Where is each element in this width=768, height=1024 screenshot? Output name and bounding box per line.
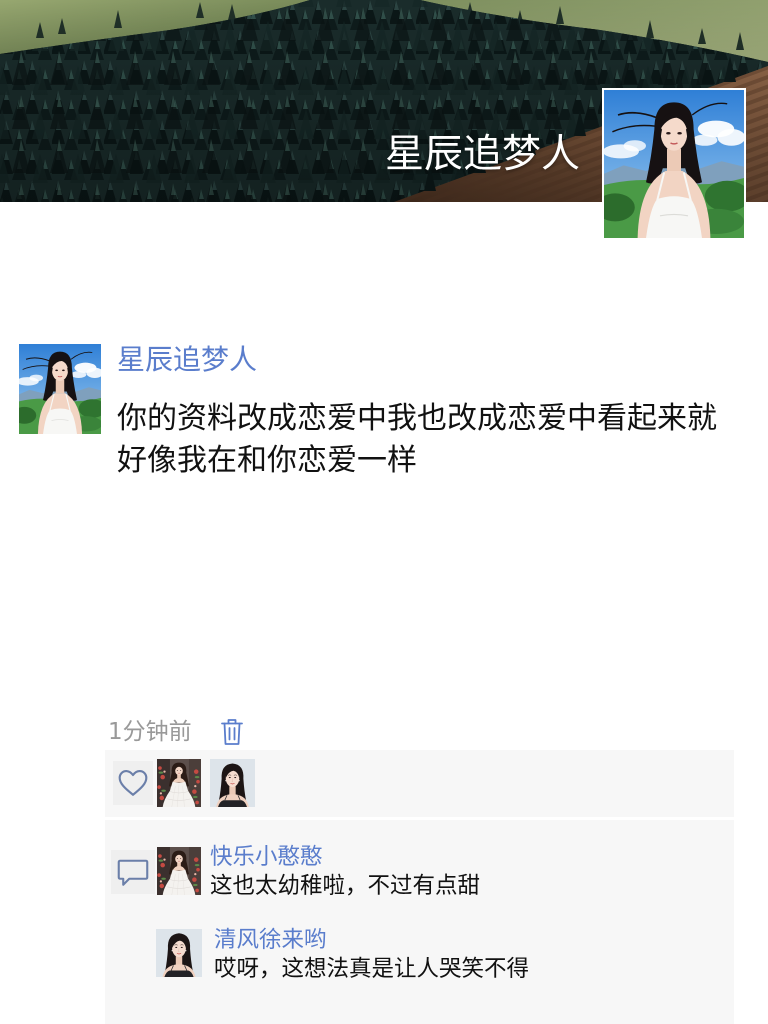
comment-text: 哎呀，这想法真是让人哭笑不得 (214, 956, 530, 982)
liker-avatar[interactable] (210, 759, 255, 807)
heart-icon (118, 770, 148, 796)
post-timestamp: 1分钟前 (108, 719, 192, 745)
trash-icon (221, 719, 243, 745)
profile-avatar[interactable] (602, 88, 746, 240)
likes-panel (105, 750, 734, 817)
comment-author-avatar[interactable] (156, 929, 202, 977)
comment-icon (117, 859, 149, 886)
profile-username: 星辰追梦人 (384, 132, 580, 177)
comment-item[interactable]: 清风徐来哟 哎呀，这想法真是让人哭笑不得 (156, 926, 726, 988)
comment-author-name[interactable]: 清风徐来哟 (214, 926, 327, 954)
delete-post-button[interactable] (220, 717, 244, 746)
moments-detail-page: 星辰追梦人 星辰追梦人 你的资料改成恋爱中我也改成恋爱中看起来就好像我在和你恋爱… (0, 0, 768, 1024)
post-text: 你的资料改成恋爱中我也改成恋爱中看起来就好像我在和你恋爱一样 (117, 401, 717, 478)
post-author-name[interactable]: 星辰追梦人 (117, 340, 257, 380)
post-author-avatar[interactable] (19, 344, 101, 434)
likes-indicator (113, 761, 153, 805)
liker-avatar[interactable] (157, 759, 201, 807)
comments-panel: 快乐小憨憨 这也太幼稚啦，不过有点甜 清风徐来哟 哎呀，这想法真是让人哭笑不得 (105, 820, 734, 1024)
comment-text: 这也太幼稚啦，不过有点甜 (210, 873, 481, 899)
comment-author-name[interactable]: 快乐小憨憨 (210, 843, 323, 871)
comments-indicator (111, 850, 155, 894)
comment-item[interactable]: 快乐小憨憨 这也太幼稚啦，不过有点甜 (157, 843, 727, 905)
comment-author-avatar[interactable] (157, 847, 201, 895)
